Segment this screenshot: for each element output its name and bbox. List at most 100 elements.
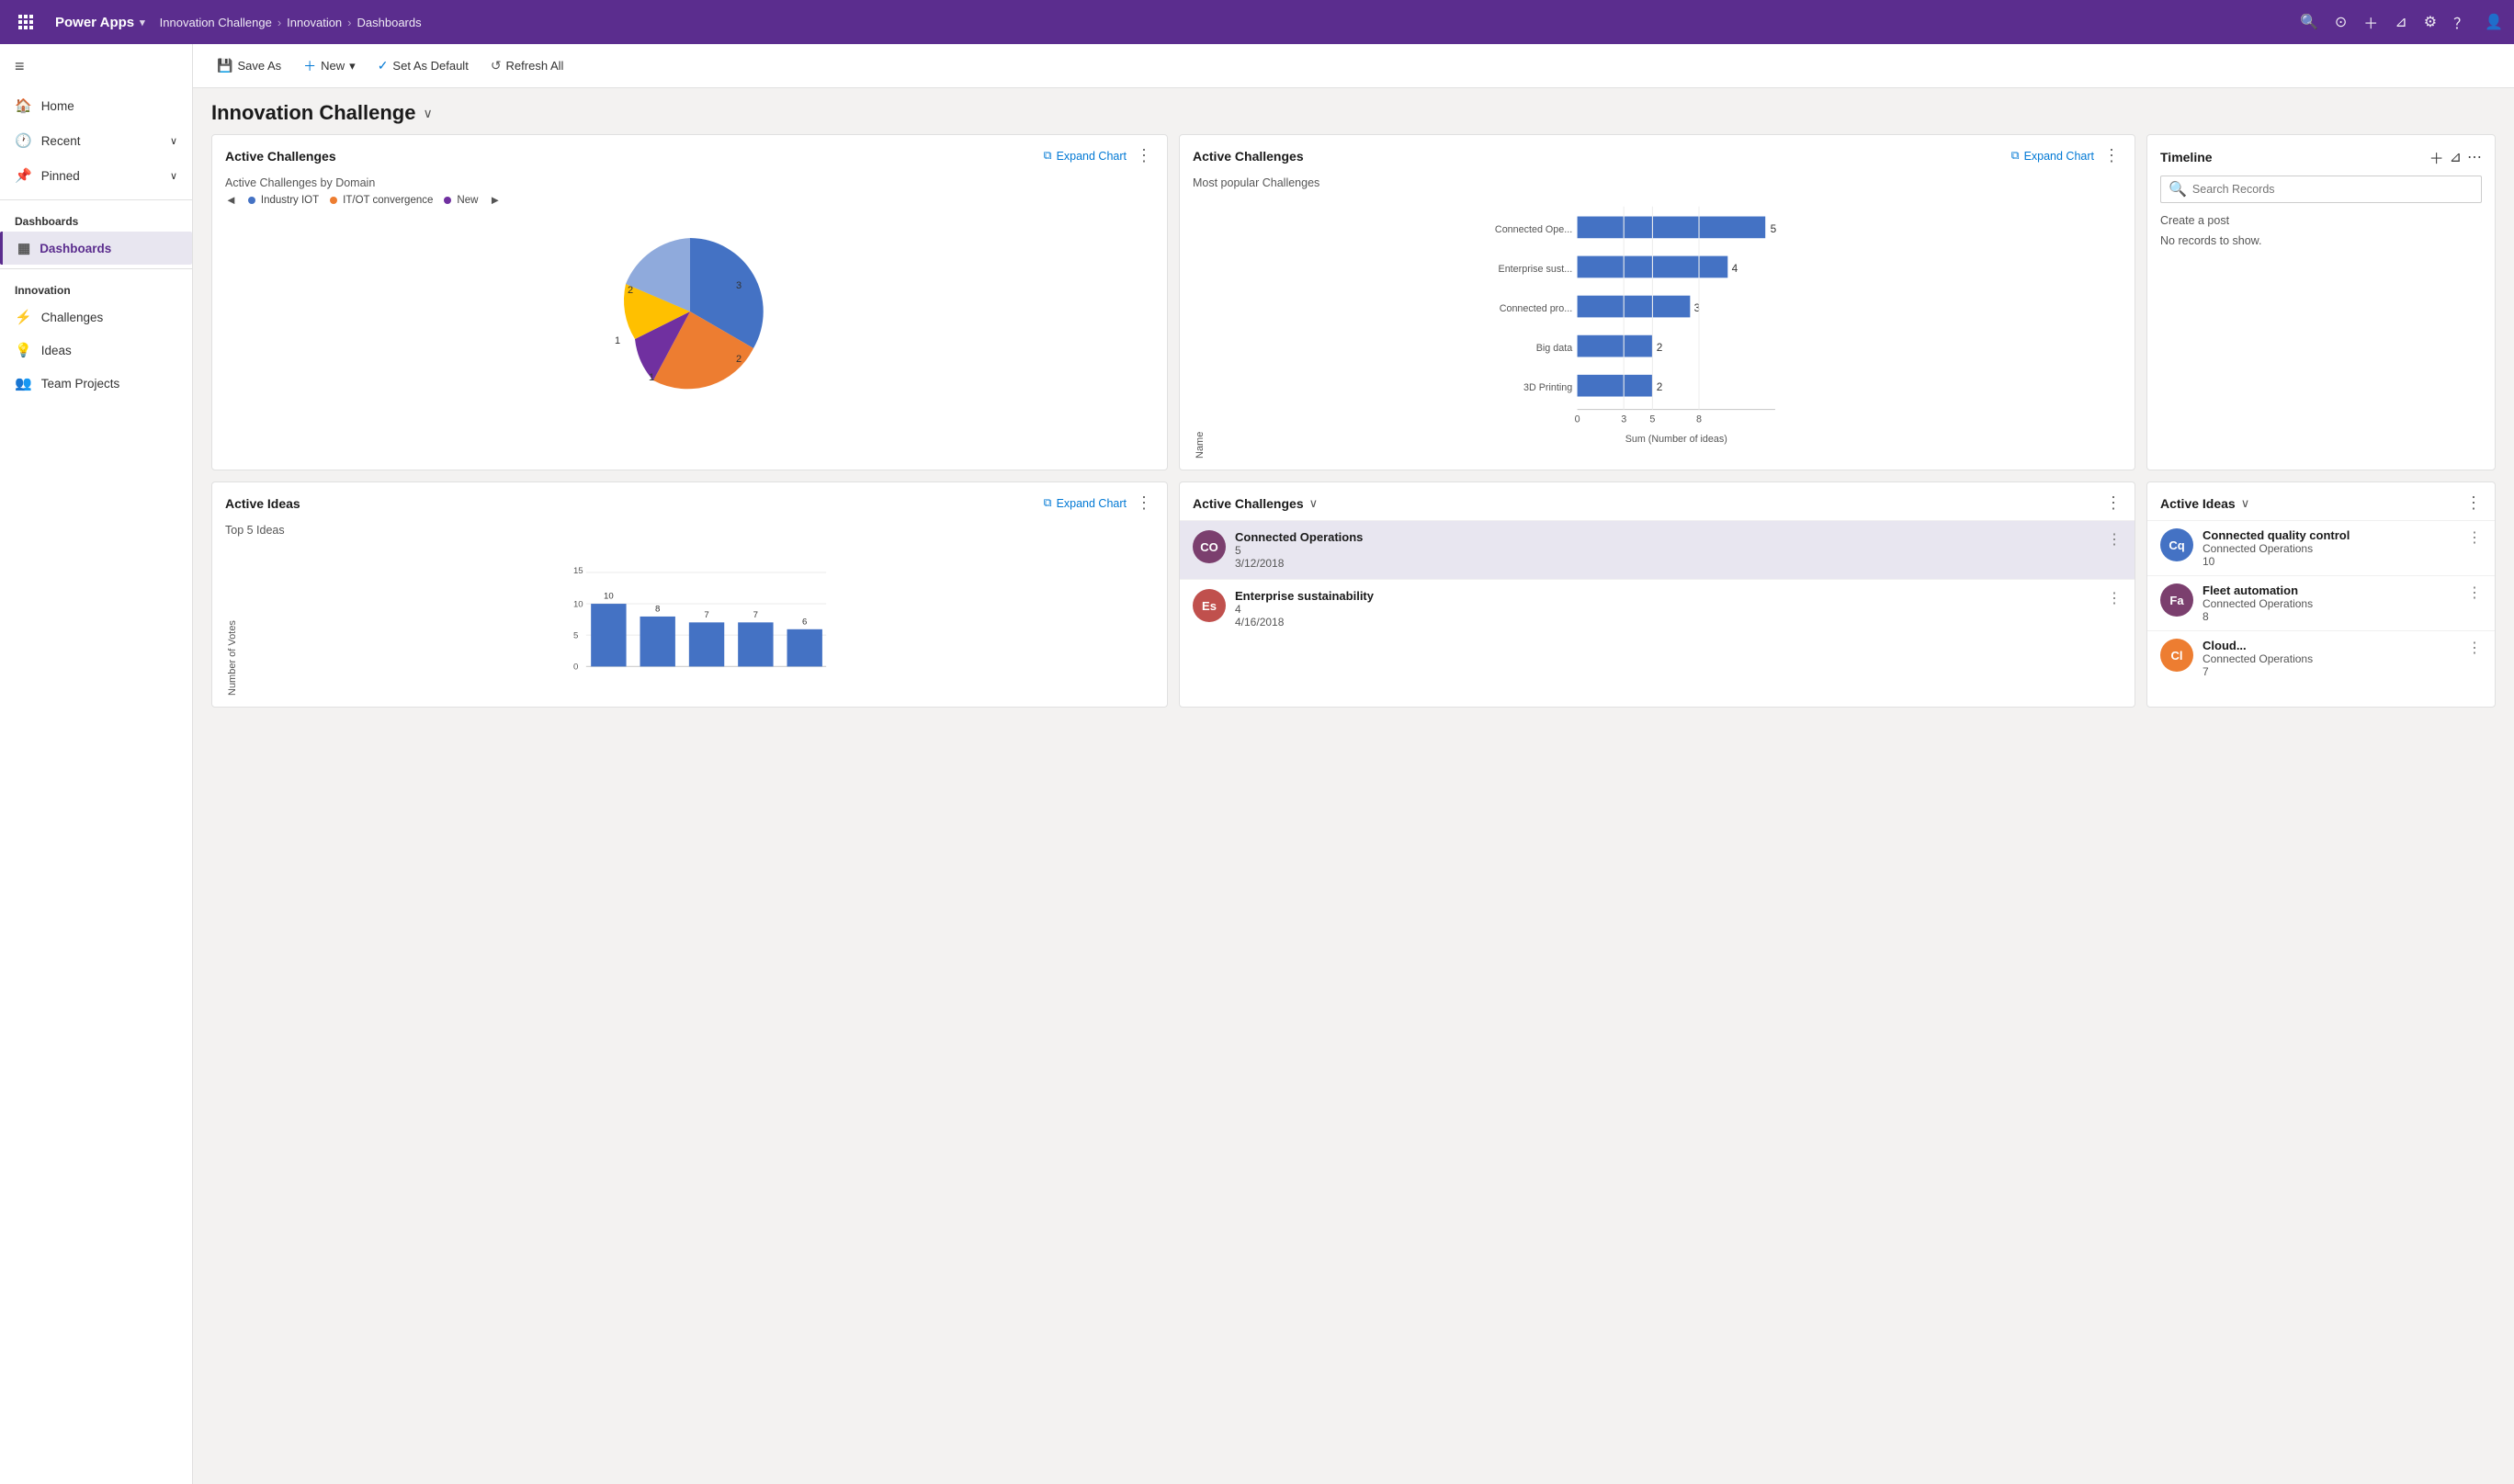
- svg-text:4: 4: [1732, 262, 1738, 275]
- toolbar: 💾 Save As ＋ New ▾ ✓ Set As Default ↺ Ref…: [193, 44, 2514, 88]
- new-label: New: [321, 59, 345, 73]
- cl-more-button[interactable]: ⋮: [2467, 639, 2482, 657]
- sidebar: ≡ 🏠 Home 🕐 Recent ∨ 📌 Pinned ∨ Dashboard…: [0, 44, 193, 1484]
- svg-text:5: 5: [1649, 414, 1655, 425]
- es-content: Enterprise sustainability 4 4/16/2018: [1235, 589, 2098, 629]
- card2-more-button[interactable]: ⋮: [2101, 146, 2122, 165]
- dashboard-caret[interactable]: ∨: [423, 106, 432, 121]
- cq-more-button[interactable]: ⋮: [2467, 528, 2482, 547]
- user-icon[interactable]: 👤: [2485, 13, 2503, 31]
- plus-icon[interactable]: ＋: [2363, 11, 2378, 33]
- sidebar-dashboards-label: Dashboards: [40, 242, 111, 255]
- card1-expand-button[interactable]: ⧉ Expand Chart: [1044, 149, 1127, 163]
- sidebar-item-recent[interactable]: 🕐 Recent ∨: [0, 124, 192, 157]
- card5-header: Active Challenges ∨ ⋮: [1180, 482, 2135, 520]
- timeline-add-button[interactable]: ＋: [2429, 146, 2444, 168]
- svg-text:0: 0: [573, 663, 578, 673]
- new-caret-icon[interactable]: ▾: [349, 59, 356, 74]
- app-brand[interactable]: Power Apps ▾: [55, 15, 145, 30]
- co-count: 5: [1235, 544, 2098, 557]
- timeline-create-post: Create a post: [2147, 210, 2495, 231]
- innovation-section-label: Innovation: [0, 273, 192, 300]
- pinned-caret[interactable]: ∨: [170, 170, 177, 182]
- save-as-icon: 💾: [217, 58, 232, 74]
- legend-itot-dot: [330, 197, 337, 204]
- cq-content: Connected quality control Connected Oper…: [2203, 528, 2458, 568]
- sidebar-item-home[interactable]: 🏠 Home: [0, 89, 192, 122]
- timeline-card: Timeline ＋ ⊿ ⋯ 🔍 Create a post No record…: [2146, 134, 2496, 470]
- sidebar-item-pinned[interactable]: 📌 Pinned ∨: [0, 159, 192, 192]
- active-challenges-pie-card: Active Challenges ⧉ Expand Chart ⋮ Activ…: [211, 134, 1168, 470]
- co-more-button[interactable]: ⋮: [2107, 530, 2122, 549]
- waffle-icon[interactable]: [11, 7, 40, 37]
- filter-icon[interactable]: ⊿: [2395, 13, 2406, 31]
- co-date: 3/12/2018: [1235, 557, 2098, 570]
- horizontal-bar-svg: 5 4 3 2 2 Connected Ope...: [1211, 197, 2122, 454]
- fa-avatar: Fa: [2160, 583, 2193, 617]
- es-more-button[interactable]: ⋮: [2107, 589, 2122, 607]
- recent-caret[interactable]: ∨: [170, 135, 177, 147]
- refresh-icon: ↺: [491, 58, 502, 74]
- fa-more-button[interactable]: ⋮: [2467, 583, 2482, 602]
- list-item-enterprise-sustainability[interactable]: Es Enterprise sustainability 4 4/16/2018…: [1180, 579, 2135, 638]
- card4-expand-label: Expand Chart: [1057, 497, 1127, 510]
- card2-expand-chart-icon: ⧉: [2011, 149, 2020, 163]
- search-icon[interactable]: 🔍: [2300, 13, 2318, 31]
- sidebar-item-ideas[interactable]: 💡 Ideas: [0, 334, 192, 367]
- svg-text:7: 7: [704, 610, 708, 620]
- cq-count: 10: [2203, 555, 2458, 568]
- sidebar-challenges-label: Challenges: [41, 311, 104, 324]
- card5-caret[interactable]: ∨: [1309, 496, 1319, 511]
- ideas-item-cq[interactable]: Cq Connected quality control Connected O…: [2147, 520, 2495, 575]
- sidebar-item-challenges[interactable]: ⚡ Challenges: [0, 300, 192, 334]
- home-icon: 🏠: [15, 97, 32, 114]
- co-avatar: CO: [1193, 530, 1226, 563]
- refresh-button[interactable]: ↺ Refresh All: [481, 53, 573, 78]
- card5-more-button[interactable]: ⋮: [2105, 493, 2122, 513]
- save-as-button[interactable]: 💾 Save As: [208, 53, 290, 78]
- legend-prev[interactable]: ◄: [225, 193, 237, 207]
- set-default-button[interactable]: ✓ Set As Default: [368, 53, 478, 78]
- card4-y-label-text: Number of Votes: [227, 620, 238, 696]
- dashboard-header: Innovation Challenge ∨: [193, 88, 2514, 134]
- svg-text:Sum (Number of ideas): Sum (Number of ideas): [1625, 434, 1727, 445]
- pie-label-1a: 1: [649, 372, 654, 383]
- card6-more-button[interactable]: ⋮: [2465, 493, 2482, 513]
- timeline-filter-button[interactable]: ⊿: [2450, 148, 2462, 166]
- timeline-more-button[interactable]: ⋯: [2467, 148, 2482, 166]
- sidebar-item-dashboards[interactable]: ▦ Dashboards: [0, 232, 192, 265]
- gear-icon[interactable]: ⚙: [2424, 13, 2437, 31]
- card2-expand-label: Expand Chart: [2024, 150, 2094, 163]
- hamburger-button[interactable]: ≡: [0, 48, 192, 85]
- ideas-item-fa[interactable]: Fa Fleet automation Connected Operations…: [2147, 575, 2495, 630]
- card4-title: Active Ideas: [225, 496, 300, 511]
- breadcrumb-section[interactable]: Innovation: [287, 16, 342, 29]
- card4-more-button[interactable]: ⋮: [1134, 493, 1154, 513]
- timeline-search-input[interactable]: [2192, 183, 2474, 196]
- svg-text:10: 10: [573, 599, 583, 609]
- new-button[interactable]: ＋ New ▾: [294, 52, 365, 80]
- sidebar-item-team-projects[interactable]: 👥 Team Projects: [0, 367, 192, 400]
- card5-title: Active Challenges: [1193, 496, 1304, 511]
- svg-text:10: 10: [604, 592, 614, 602]
- list-item-connected-operations[interactable]: CO Connected Operations 5 3/12/2018 ⋮: [1180, 520, 2135, 579]
- card4-expand-button[interactable]: ⧉ Expand Chart: [1044, 496, 1127, 510]
- card4-chart: 0 5 10 15 10: [243, 544, 1154, 696]
- card1-more-button[interactable]: ⋮: [1134, 146, 1154, 165]
- card2-title: Active Challenges: [1193, 149, 1304, 164]
- sidebar-pinned-label: Pinned: [41, 169, 80, 183]
- help-icon[interactable]: ？: [2453, 11, 2468, 33]
- ideas-item-cl[interactable]: Cl Cloud... Connected Operations 7 ⋮: [2147, 630, 2495, 685]
- brand-caret[interactable]: ▾: [140, 17, 145, 28]
- legend-next[interactable]: ►: [489, 193, 501, 207]
- sidebar-ideas-label: Ideas: [41, 344, 72, 357]
- card6-caret[interactable]: ∨: [2241, 496, 2250, 511]
- card6-title: Active Ideas: [2160, 496, 2236, 511]
- breadcrumb-app[interactable]: Innovation Challenge: [160, 16, 272, 29]
- target-icon[interactable]: ⊙: [2335, 13, 2347, 31]
- svg-text:Connected Ope...: Connected Ope...: [1495, 224, 1572, 235]
- card2-expand-button[interactable]: ⧉ Expand Chart: [2011, 149, 2094, 163]
- card1-subtitle: Active Challenges by Domain: [225, 176, 1154, 189]
- breadcrumb: Innovation Challenge › Innovation › Dash…: [160, 16, 422, 29]
- breadcrumb-page[interactable]: Dashboards: [357, 16, 422, 29]
